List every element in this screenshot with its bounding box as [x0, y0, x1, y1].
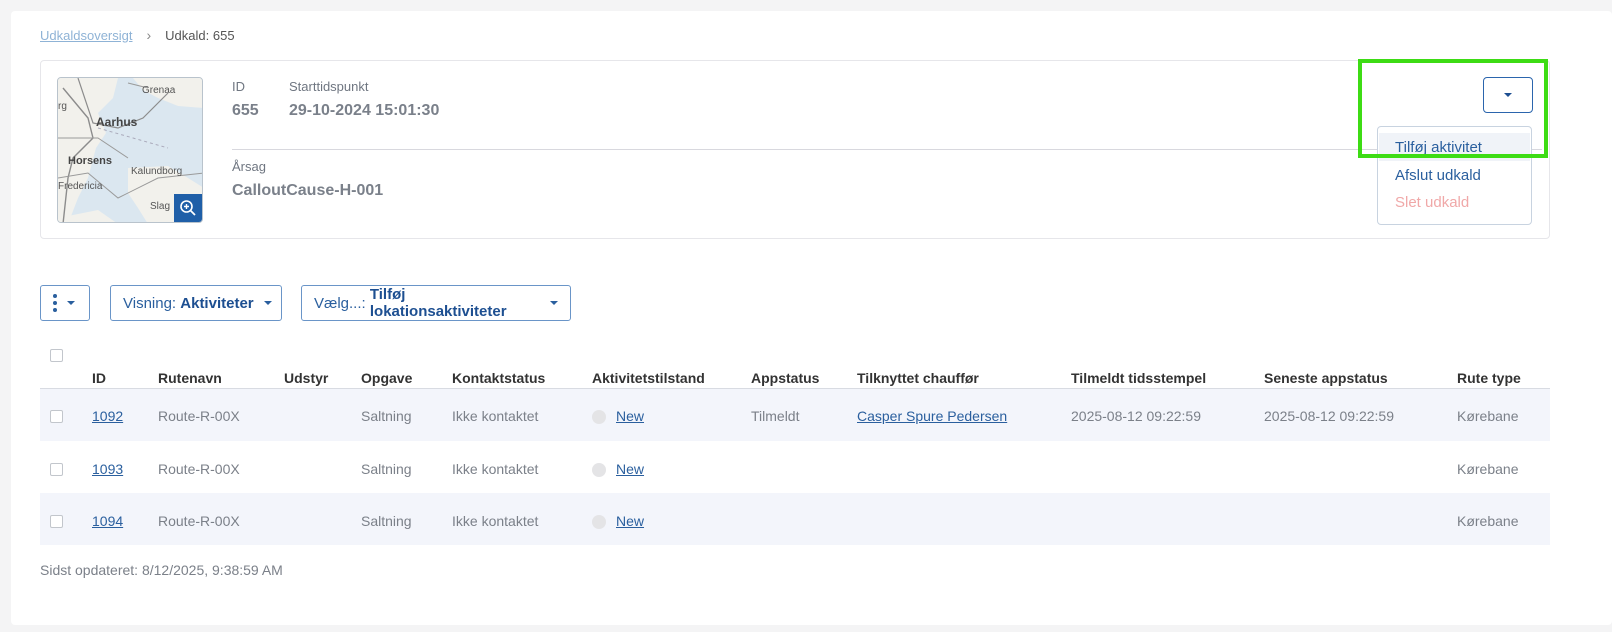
row-route-type: Kørebane — [1457, 513, 1519, 529]
view-select-button[interactable]: Visning: Aktiviteter — [110, 285, 282, 321]
table-row: 1093 Route-R-00X Saltning Ikke kontaktet… — [40, 441, 1550, 493]
column-header-driver[interactable]: Tilknyttet chauffør — [857, 370, 979, 386]
column-header-task[interactable]: Opgave — [361, 370, 412, 386]
highlight-box — [1358, 59, 1548, 158]
choose-select-button[interactable]: Vælg...: Tilføj lokationsaktiviteter — [301, 285, 571, 321]
row-contact-status: Ikke kontaktet — [452, 408, 539, 424]
column-header-registered[interactable]: Tilmeldt tidsstempel — [1071, 370, 1206, 386]
column-header-route[interactable]: Rutenavn — [158, 370, 222, 386]
row-driver-link[interactable]: Casper Spure Pedersen — [857, 408, 1007, 424]
status-dot-icon — [592, 515, 606, 529]
cause-value: CalloutCause-H-001 — [232, 182, 384, 199]
map-label-fredericia: Fredericia — [58, 181, 103, 192]
kebab-icon — [53, 294, 57, 312]
id-value: 655 — [232, 102, 259, 119]
select-all-checkbox[interactable] — [50, 349, 63, 362]
status-dot-icon — [592, 463, 606, 477]
last-updated-text: Sidst opdateret: 8/12/2025, 9:38:59 AM — [40, 562, 283, 578]
menu-item-delete-callout[interactable]: Slet udkald — [1379, 188, 1530, 216]
column-header-contact-status[interactable]: Kontaktstatus — [452, 370, 545, 386]
column-header-app-status[interactable]: Appstatus — [751, 370, 819, 386]
status-dot-icon — [592, 410, 606, 424]
cause-label: Årsag — [232, 159, 266, 174]
breadcrumb-current: Udkald: 655 — [165, 27, 235, 43]
table-row: 1092 Route-R-00X Saltning Ikke kontaktet… — [40, 389, 1550, 441]
row-checkbox[interactable] — [50, 410, 63, 423]
table-menu-button[interactable] — [40, 285, 90, 321]
column-header-activity-state[interactable]: Aktivitetstilstand — [592, 370, 705, 386]
row-state-link[interactable]: New — [616, 408, 644, 424]
table-header: ID Rutenavn Udstyr Opgave Kontaktstatus … — [40, 342, 1550, 389]
row-route-type: Kørebane — [1457, 461, 1519, 477]
row-task: Saltning — [361, 513, 412, 529]
column-header-latest-app-status[interactable]: Seneste appstatus — [1264, 370, 1388, 386]
breadcrumb: Udkaldsoversigt › Udkald: 655 — [40, 27, 235, 43]
map-thumbnail[interactable]: Grenaa rg Aarhus Horsens Kalundborg Fred… — [57, 77, 203, 223]
id-label: ID — [232, 79, 245, 94]
view-prefix: Visning: — [123, 294, 181, 312]
row-id-link[interactable]: 1094 — [92, 513, 123, 529]
start-time-value: 29-10-2024 15:01:30 — [289, 102, 440, 119]
row-task: Saltning — [361, 461, 412, 477]
map-zoom-button[interactable] — [174, 194, 202, 222]
row-task: Saltning — [361, 408, 412, 424]
column-header-equipment[interactable]: Udstyr — [284, 370, 328, 386]
map-label-horsens: Horsens — [68, 155, 113, 167]
column-header-route-type[interactable]: Rute type — [1457, 370, 1521, 386]
card-divider — [232, 149, 1542, 150]
menu-item-end-callout[interactable]: Afslut udkald — [1379, 161, 1530, 189]
row-checkbox[interactable] — [50, 515, 63, 528]
row-route-type: Kørebane — [1457, 408, 1519, 424]
map-label-rg: rg — [58, 101, 67, 112]
page: Udkaldsoversigt › Udkald: 655 Grenaa rg … — [11, 11, 1612, 625]
row-checkbox[interactable] — [50, 463, 63, 476]
row-registered: 2025-08-12 09:22:59 — [1071, 408, 1201, 424]
row-route: Route-R-00X — [158, 461, 240, 477]
map-label-aarhus: Aarhus — [96, 115, 138, 129]
table-row: 1094 Route-R-00X Saltning Ikke kontaktet… — [40, 493, 1550, 545]
view-value: Aktiviteter — [180, 294, 254, 312]
row-contact-status: Ikke kontaktet — [452, 513, 539, 529]
row-latest: 2025-08-12 09:22:59 — [1264, 408, 1394, 424]
zoom-in-icon — [180, 200, 196, 216]
start-time-label: Starttidspunkt — [289, 79, 369, 94]
caret-down-icon — [550, 301, 558, 305]
breadcrumb-link-overview[interactable]: Udkaldsoversigt — [40, 28, 133, 43]
column-header-id[interactable]: ID — [92, 370, 106, 386]
chevron-right-icon: › — [146, 27, 152, 43]
callout-details-card: Grenaa rg Aarhus Horsens Kalundborg Fred… — [40, 60, 1550, 239]
caret-down-icon — [263, 301, 272, 305]
row-state-link[interactable]: New — [616, 513, 644, 529]
row-state-link[interactable]: New — [616, 461, 644, 477]
row-route: Route-R-00X — [158, 513, 240, 529]
row-id-link[interactable]: 1092 — [92, 408, 123, 424]
map-label-kalundborg: Kalundborg — [131, 166, 183, 177]
map-label-slag: Slag — [150, 201, 171, 212]
choose-prefix: Vælg...: — [314, 294, 370, 312]
row-contact-status: Ikke kontaktet — [452, 461, 539, 477]
map-label-grenaa: Grenaa — [142, 85, 176, 96]
choose-value: Tilføj lokationsaktiviteter — [369, 286, 507, 320]
row-id-link[interactable]: 1093 — [92, 461, 123, 477]
caret-down-icon — [67, 301, 75, 305]
row-route: Route-R-00X — [158, 408, 240, 424]
row-app-status: Tilmeldt — [751, 408, 800, 424]
